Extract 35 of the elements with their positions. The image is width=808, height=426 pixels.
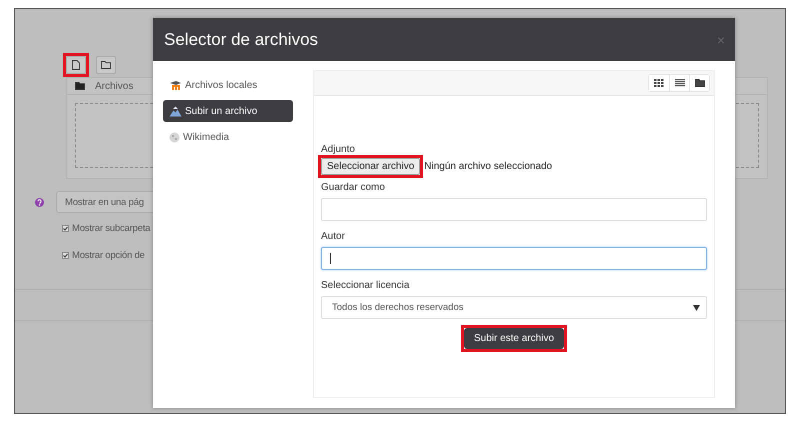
checkbox[interactable] (62, 225, 69, 232)
checkbox-label: Mostrar opción de (72, 250, 145, 261)
author-field[interactable] (321, 247, 707, 270)
nav-label: Wikimedia (183, 132, 230, 142)
grid-icon (654, 79, 664, 87)
nav-label: Archivos locales (185, 80, 258, 90)
folder-icon (101, 61, 111, 69)
checkbox-label: Mostrar subcarpeta (72, 223, 150, 234)
nav-item[interactable]: Subir un archivo (163, 100, 293, 122)
nav-item[interactable]: Archivos locales (163, 74, 293, 96)
nav-label: Subir un archivo (185, 106, 258, 116)
file-status: Ningún archivo seleccionado (424, 161, 552, 172)
folder-view-button[interactable] (689, 75, 709, 91)
new-folder-button[interactable] (96, 56, 116, 74)
nav-item[interactable]: Wikimedia (163, 126, 293, 148)
list-icon (674, 79, 684, 87)
license-select[interactable]: Todos los derechos reservados (321, 296, 707, 319)
save-as-field[interactable] (321, 198, 707, 221)
folder-icon (694, 79, 704, 87)
folder-icon (75, 82, 85, 90)
dialog-title: Selector de archivos (164, 30, 318, 50)
hat-icon (169, 80, 182, 90)
upload-icon (169, 106, 182, 116)
choose-file-button[interactable]: Seleccionar archivo (321, 158, 420, 175)
file-icon (72, 60, 80, 70)
caret-icon (693, 304, 700, 310)
folder-name: Archivos (95, 80, 134, 92)
save-as-label: Guardar como (321, 182, 386, 193)
globe-icon (169, 132, 180, 142)
help-icon (35, 198, 44, 206)
license-label: Seleccionar licencia (321, 280, 410, 291)
checkbox[interactable] (62, 252, 69, 259)
author-label: Autor (321, 231, 346, 242)
attachment-label: Adjunto (321, 144, 356, 155)
upload-button[interactable]: Subir este archivo (464, 328, 564, 349)
